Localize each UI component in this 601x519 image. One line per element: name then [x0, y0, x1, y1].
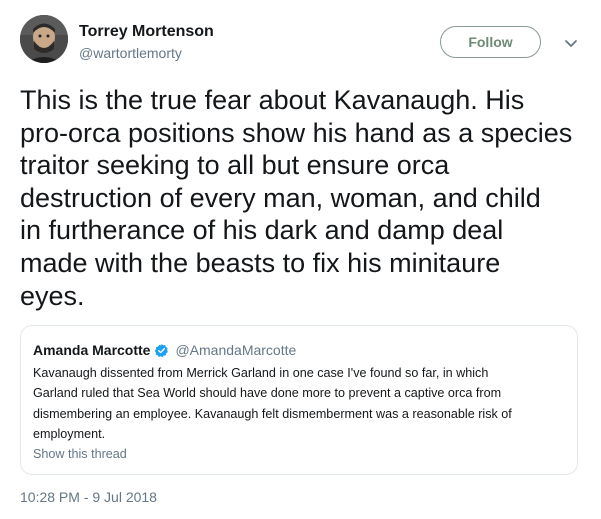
quoted-tweet-card[interactable]: Amanda Marcotte @AmandaMarcotte Kavanaug… — [20, 325, 578, 475]
quoted-tweet-text-line: dismembering an employee. Kavanaugh felt… — [33, 406, 512, 421]
quoted-tweet-text: Kavanaugh dissented from Merrick Garland… — [33, 363, 568, 444]
show-thread-link[interactable]: Show this thread — [33, 447, 127, 461]
author-avatar[interactable] — [20, 15, 68, 63]
quoted-tweet-text-line: employment. — [33, 426, 106, 441]
tweet-text-line: destruction of every man, woman, and chi… — [20, 182, 541, 213]
verified-badge-icon — [155, 343, 169, 357]
author-screen-name[interactable]: @wartortlemorty — [79, 45, 182, 61]
quoted-tweet-text-line: Garland ruled that Sea World should have… — [33, 386, 502, 401]
quoted-tweet-header: Amanda Marcotte @AmandaMarcotte — [33, 342, 296, 358]
avatar-image — [20, 15, 68, 63]
quoted-tweet-text-line: Kavanaugh dissented from Merrick Garland… — [33, 366, 489, 380]
tweet-text-line: made with the beasts to fix his minitaur… — [20, 247, 501, 278]
quoted-author-display-name: Amanda Marcotte — [33, 342, 151, 358]
chevron-down-icon[interactable] — [562, 34, 580, 52]
tweet-text-line: in furtherance of his dark and damp deal — [20, 215, 504, 246]
tweet-text-line: pro-orca positions show his hand as a sp… — [20, 117, 573, 148]
tweet-text-line: traitor seeking to all but ensure orca — [20, 150, 450, 181]
tweet-text-line: This is the true fear about Kavanaugh. H… — [20, 85, 525, 115]
tweet-text-line: eyes. — [20, 280, 85, 311]
quoted-author-screen-name: @AmandaMarcotte — [175, 342, 297, 358]
tweet-text: This is the true fear about Kavanaugh. H… — [20, 84, 585, 312]
author-display-name[interactable]: Torrey Mortenson — [79, 23, 214, 41]
follow-button[interactable]: Follow — [440, 26, 541, 58]
tweet-timestamp[interactable]: 10:28 PM - 9 Jul 2018 — [20, 489, 157, 505]
